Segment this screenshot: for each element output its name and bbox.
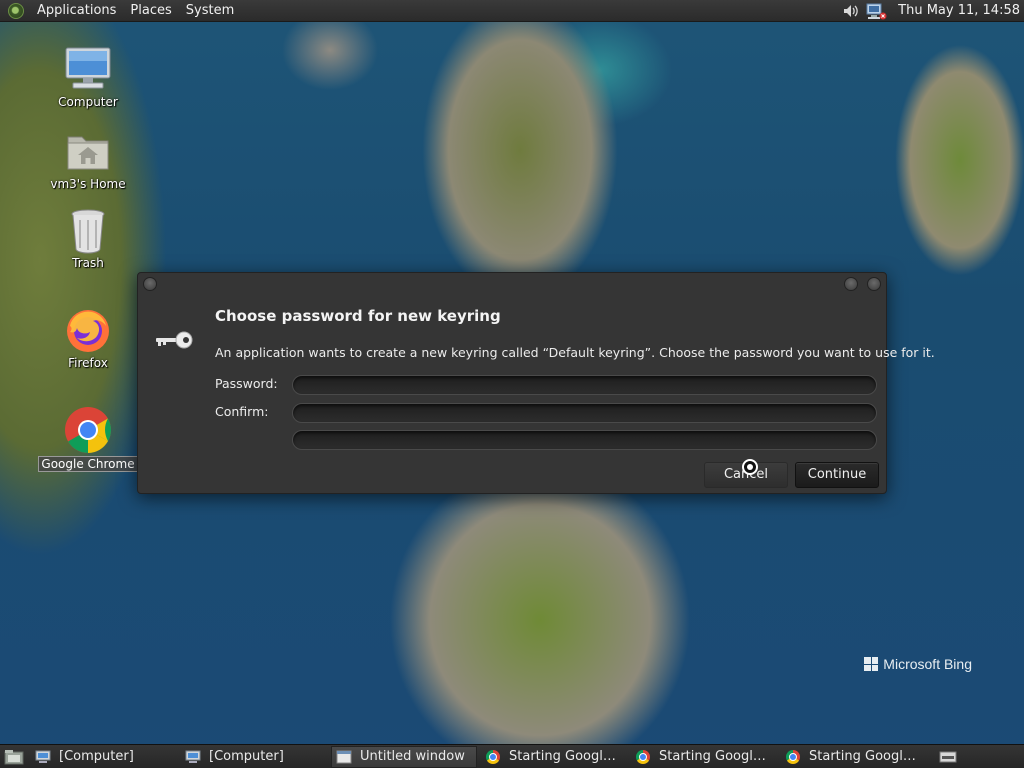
taskbar-item[interactable]: Starting Google ...: [631, 746, 777, 768]
computer-icon: [185, 749, 201, 765]
chrome-icon: [63, 406, 113, 454]
computer-icon: [63, 45, 113, 93]
show-desktop-icon[interactable]: [3, 748, 25, 766]
taskbar-item-label: [Computer]: [59, 749, 134, 764]
window-menu-button[interactable]: [143, 277, 157, 291]
menu-places[interactable]: Places: [123, 0, 178, 22]
volume-icon[interactable]: [840, 1, 862, 21]
desktop-icon-trash[interactable]: Trash: [38, 206, 138, 270]
network-icon[interactable]: [866, 1, 888, 21]
menu-system[interactable]: System: [179, 0, 241, 22]
desktop-icon-home[interactable]: vm3's Home: [38, 127, 138, 191]
confirm-label: Confirm:: [215, 404, 269, 419]
chrome-icon: [635, 749, 651, 765]
desktop-icon-google-chrome[interactable]: Google Chrome: [38, 406, 138, 472]
taskbar-item-label: Starting Google ...: [659, 749, 773, 764]
taskbar-item-label: [Computer]: [209, 749, 284, 764]
dialog-description: An application wants to create a new key…: [215, 345, 935, 360]
taskbar-item[interactable]: [Computer]: [181, 746, 327, 768]
windows-logo-icon: [864, 657, 879, 671]
bottom-panel: [Computer] [Computer] Untitled window St…: [0, 744, 1024, 768]
desktop-icon-computer[interactable]: Computer: [38, 45, 138, 109]
desktop-icon-label: Computer: [58, 95, 118, 109]
home-folder-icon: [63, 127, 113, 175]
bing-watermark: Microsoft Bing: [864, 656, 972, 672]
continue-button[interactable]: Continue: [795, 462, 879, 488]
dialog-title: Choose password for new keyring: [215, 307, 501, 325]
close-button[interactable]: [867, 277, 881, 291]
keyring-password-dialog: Choose password for new keyring An appli…: [137, 272, 935, 494]
workspace-switcher-icon[interactable]: [937, 749, 959, 765]
taskbar-item-label: Starting Google ...: [509, 749, 623, 764]
confirm-field[interactable]: [292, 403, 877, 423]
taskbar-item[interactable]: Starting Google ...: [481, 746, 627, 768]
taskbar-item[interactable]: Starting Google ...: [781, 746, 927, 768]
key-icon: [154, 329, 194, 355]
taskbar-item-active[interactable]: Untitled window: [331, 745, 477, 768]
minimize-button[interactable]: [844, 277, 858, 291]
taskbar-item[interactable]: [Computer]: [31, 746, 177, 768]
password-label: Password:: [215, 376, 278, 391]
clock[interactable]: Thu May 11, 14:58: [890, 3, 1024, 18]
chrome-icon: [485, 749, 501, 765]
desktop-icon-label: vm3's Home: [50, 177, 126, 191]
desktop-icon-firefox[interactable]: Firefox: [38, 306, 138, 370]
top-panel: Applications Places System Thu May 11, 1…: [0, 0, 1024, 22]
top-panel-indicators: Thu May 11, 14:58: [838, 0, 1024, 22]
mouse-cursor-icon: [742, 459, 758, 475]
taskbar-item-label: Starting Google ...: [809, 749, 923, 764]
bing-watermark-text: Microsoft Bing: [883, 656, 972, 672]
computer-icon: [35, 749, 51, 765]
taskbar-item-label: Untitled window: [360, 749, 465, 764]
desktop-icon-label: Firefox: [68, 356, 108, 370]
desktop-icon-label: Trash: [72, 256, 104, 270]
firefox-icon: [63, 306, 113, 354]
dialog-titlebar[interactable]: [138, 273, 886, 295]
desktop-icon-label: Google Chrome: [38, 456, 138, 472]
menu-applications[interactable]: Applications: [30, 0, 123, 22]
window-icon: [336, 749, 352, 765]
chrome-icon: [785, 749, 801, 765]
distro-logo-icon[interactable]: [8, 2, 24, 19]
password-strength-meter: [292, 430, 877, 450]
password-field[interactable]: [292, 375, 877, 395]
trash-icon: [63, 206, 113, 254]
